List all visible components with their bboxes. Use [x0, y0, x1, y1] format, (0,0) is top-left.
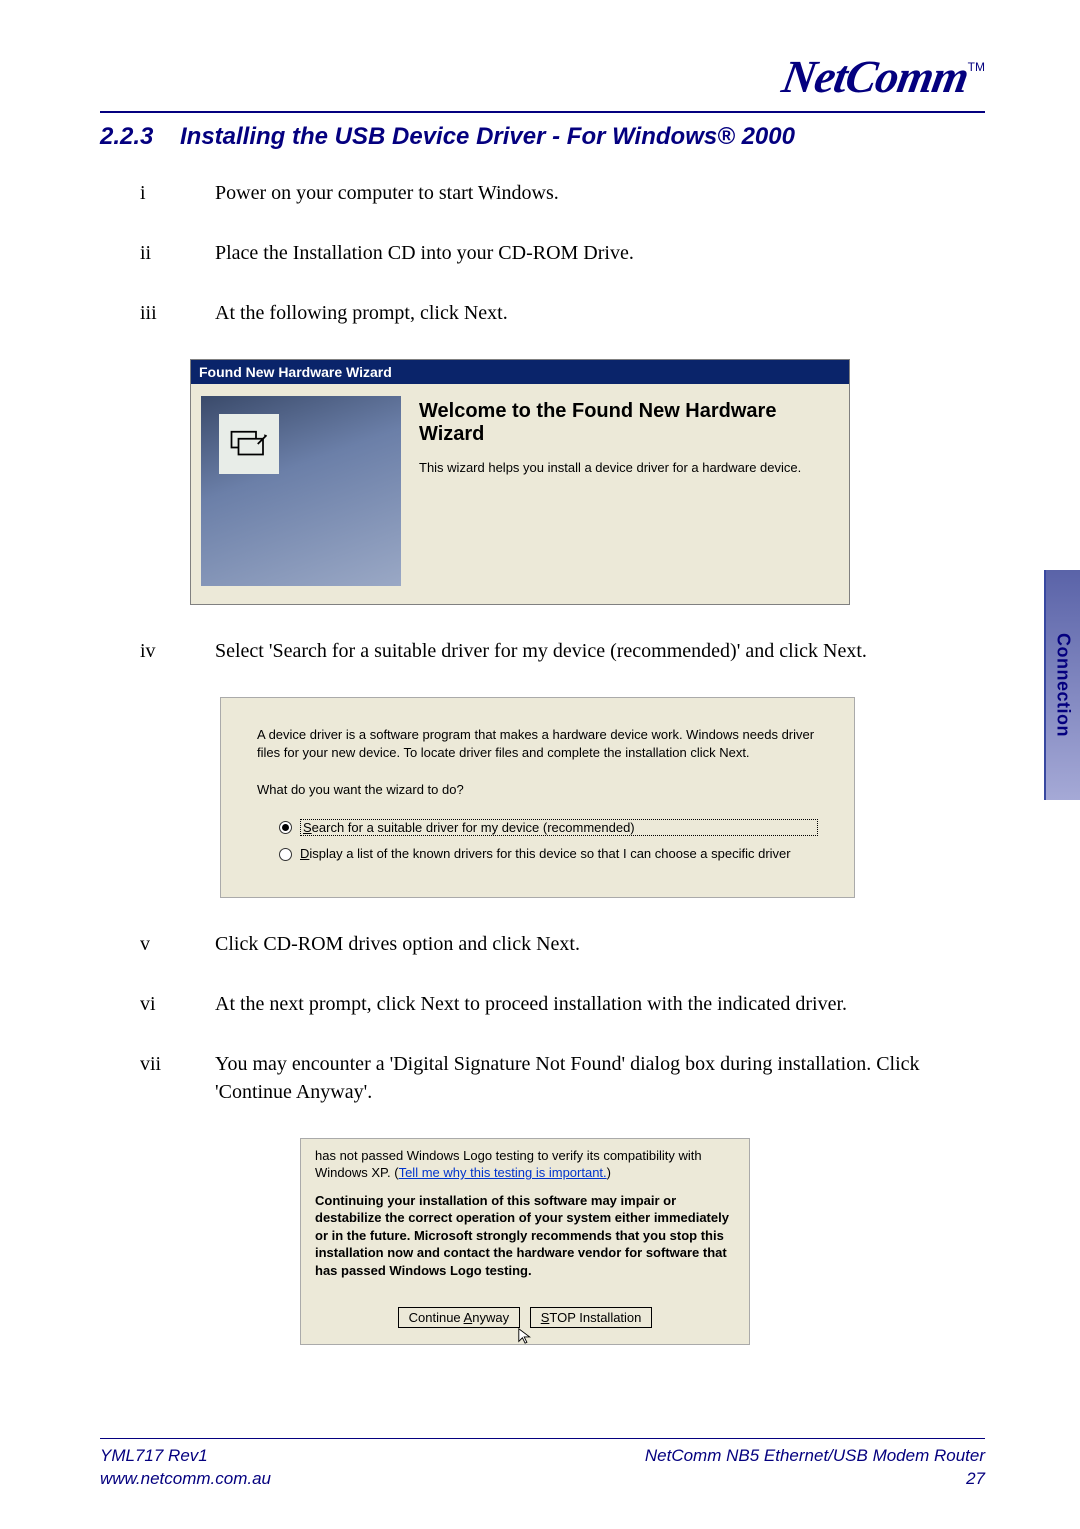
step-num: iv	[140, 637, 215, 665]
radio-label: Display a list of the known drivers for …	[300, 846, 818, 861]
footer-left: YML717 Rev1 www.netcomm.com.au	[100, 1445, 271, 1491]
cursor-icon	[517, 1327, 535, 1345]
step-num: v	[140, 930, 215, 958]
step-iii: iii At the following prompt, click Next.	[140, 299, 985, 327]
step-num: vii	[140, 1050, 215, 1106]
wizard-welcome-screenshot: Found New Hardware Wizard Welcome to the…	[190, 359, 850, 605]
wizard-search-screenshot: A device driver is a software program th…	[220, 697, 855, 898]
step-ii: ii Place the Installation CD into your C…	[140, 239, 985, 267]
header-rule	[100, 111, 985, 113]
footer-right: NetComm NB5 Ethernet/USB Modem Router 27	[645, 1445, 985, 1491]
wizard-sidebar-image	[201, 396, 401, 586]
wizard-body: Welcome to the Found New Hardware Wizard…	[419, 396, 835, 586]
radio-search-recommended[interactable]: Search for a suitable driver for my devi…	[279, 819, 818, 836]
side-tab-connection: Connection	[1044, 570, 1080, 800]
radio-display-list[interactable]: Display a list of the known drivers for …	[279, 846, 818, 861]
step-vii: vii You may encounter a 'Digital Signatu…	[140, 1050, 985, 1106]
brand-logo: NetCommTM	[100, 50, 985, 103]
step-text: Place the Installation CD into your CD-R…	[215, 239, 985, 267]
section-number: 2.2.3	[100, 123, 180, 151]
footer-rule	[100, 1438, 985, 1439]
wizard-intro: A device driver is a software program th…	[257, 726, 818, 761]
step-num: iii	[140, 299, 215, 327]
step-text: Power on your computer to start Windows.	[215, 179, 985, 207]
brand-tm: TM	[968, 60, 985, 74]
step-i: i Power on your computer to start Window…	[140, 179, 985, 207]
why-testing-link[interactable]: Tell me why this testing is important.	[399, 1165, 607, 1180]
step-iv: iv Select 'Search for a suitable driver …	[140, 637, 985, 665]
logo-testing-dialog: has not passed Windows Logo testing to v…	[300, 1138, 750, 1346]
wizard-titlebar: Found New Hardware Wizard	[191, 360, 849, 384]
radio-label: Search for a suitable driver for my devi…	[300, 819, 818, 836]
page-footer: YML717 Rev1 www.netcomm.com.au NetComm N…	[100, 1438, 985, 1491]
doc-url: www.netcomm.com.au	[100, 1468, 271, 1491]
step-num: vi	[140, 990, 215, 1018]
step-num: ii	[140, 239, 215, 267]
doc-rev: YML717 Rev1	[100, 1445, 271, 1468]
step-text: At the next prompt, click Next to procee…	[215, 990, 985, 1018]
step-v: v Click CD-ROM drives option and click N…	[140, 930, 985, 958]
step-text: You may encounter a 'Digital Signature N…	[215, 1050, 985, 1106]
radio-icon	[279, 821, 292, 834]
wizard-heading: Welcome to the Found New Hardware Wizard	[419, 400, 835, 446]
wizard-desc: This wizard helps you install a device d…	[419, 460, 835, 477]
brand-name: NetComm	[778, 50, 972, 103]
section-title-text: Installing the USB Device Driver - For W…	[180, 123, 795, 150]
wizard-question: What do you want the wizard to do?	[257, 781, 818, 799]
step-vi: vi At the next prompt, click Next to pro…	[140, 990, 985, 1018]
step-text: Click CD-ROM drives option and click Nex…	[215, 930, 985, 958]
dialog-warning: Continuing your installation of this sof…	[315, 1192, 735, 1280]
section-heading: 2.2.3Installing the USB Device Driver - …	[100, 123, 985, 151]
radio-icon	[279, 848, 292, 861]
side-tab-label: Connection	[1053, 633, 1074, 737]
step-text: Select 'Search for a suitable driver for…	[215, 637, 985, 665]
step-num: i	[140, 179, 215, 207]
step-text: At the following prompt, click Next.	[215, 299, 985, 327]
page-number: 27	[645, 1468, 985, 1491]
device-icon	[219, 414, 279, 474]
dialog-intro: has not passed Windows Logo testing to v…	[315, 1147, 735, 1182]
continue-anyway-button[interactable]: Continue Anyway	[398, 1307, 520, 1328]
product-name: NetComm NB5 Ethernet/USB Modem Router	[645, 1445, 985, 1468]
stop-installation-button[interactable]: STOP Installation	[530, 1307, 653, 1328]
